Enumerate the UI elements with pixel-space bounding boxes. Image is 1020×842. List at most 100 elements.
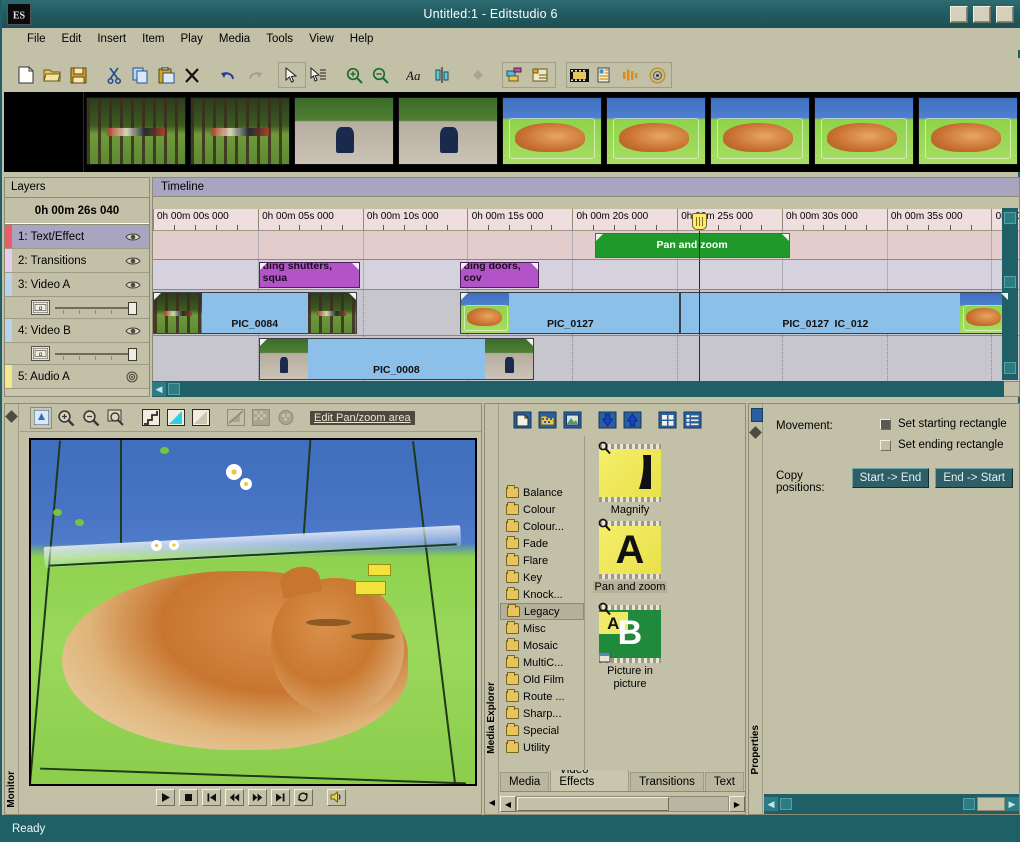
insert-down-icon[interactable] xyxy=(597,409,619,431)
panel-grip-icon[interactable] xyxy=(5,410,18,423)
media-explorer-horizontal-scrollbar[interactable]: ◀ ▶ xyxy=(500,794,745,814)
storyboard-strip[interactable] xyxy=(4,92,1020,172)
cut-scissors-icon[interactable] xyxy=(102,63,126,87)
storyboard-frame[interactable] xyxy=(916,92,1020,172)
storyboard-icon[interactable] xyxy=(593,63,617,87)
folder-multicolour[interactable]: MultiC... xyxy=(500,654,584,671)
maximize-button[interactable] xyxy=(973,6,991,23)
checkbox-box[interactable] xyxy=(880,440,891,451)
storyboard-frame[interactable] xyxy=(812,92,916,172)
checker-a-icon[interactable] xyxy=(250,407,272,429)
timeline-clip-video[interactable]: PIC_0127 xyxy=(460,292,680,334)
layer-row-text-effect[interactable]: 1: Text/Effect xyxy=(5,225,149,249)
timeline-track-text-effect[interactable]: Pan and zoom xyxy=(153,231,1019,260)
menu-help[interactable]: Help xyxy=(343,31,381,47)
folder-knockout[interactable]: Knock... xyxy=(500,586,584,603)
opacity-slider-video-a[interactable] xyxy=(55,302,133,314)
scroll-right-arrow[interactable]: ▶ xyxy=(1005,797,1019,811)
play-button[interactable] xyxy=(156,789,175,806)
open-folder-icon[interactable] xyxy=(537,409,559,431)
zoom-out-icon[interactable] xyxy=(80,407,102,429)
checkbox-box[interactable] xyxy=(880,419,891,430)
start-to-end-button[interactable]: Start -> End xyxy=(852,468,930,488)
monitor-preview[interactable] xyxy=(29,438,477,786)
undo-icon[interactable] xyxy=(216,63,240,87)
tab-media[interactable]: Media xyxy=(500,772,549,791)
folder-utility[interactable]: Utility xyxy=(500,739,584,756)
layer-opacity-row-video-b[interactable]: α xyxy=(5,343,149,365)
storyboard-frame[interactable] xyxy=(188,92,292,172)
scroll-thumb[interactable] xyxy=(1004,276,1016,288)
timeline-track-video-a[interactable]: PIC_0084 PIC_0127 PIC_0127 IC_012 xyxy=(153,290,1019,336)
zoom-out-icon[interactable] xyxy=(368,63,392,87)
timeline-clip-transition[interactable]: ding doors, cov xyxy=(460,262,540,288)
eye-icon[interactable] xyxy=(125,256,149,266)
scroll-left-arrow[interactable]: ◀ xyxy=(764,797,778,811)
folder-misc[interactable]: Misc xyxy=(500,620,584,637)
monitor-mode-icon[interactable] xyxy=(30,407,52,429)
media-explorer-tab-strip[interactable]: Media Explorer ◀ xyxy=(485,404,499,814)
film-strip-icon[interactable] xyxy=(567,63,591,87)
scroll-right-arrow[interactable]: ▶ xyxy=(729,796,745,812)
storyboard-frame[interactable] xyxy=(396,92,500,172)
speaker-icon[interactable] xyxy=(125,371,149,383)
levels-step-icon[interactable] xyxy=(140,407,162,429)
checker-b-icon[interactable] xyxy=(275,407,297,429)
slider-handle[interactable] xyxy=(128,302,137,315)
rewind-button[interactable] xyxy=(225,789,244,806)
properties-horizontal-scrollbar[interactable]: ◀ ▶ xyxy=(764,794,1019,814)
scroll-down-arrow[interactable] xyxy=(1004,362,1016,374)
effects-folder-tree[interactable]: Balance Colour Colour... Fade Flare Key … xyxy=(500,436,585,770)
storyboard-frame[interactable] xyxy=(84,92,188,172)
import-image-icon[interactable] xyxy=(562,409,584,431)
folder-route[interactable]: Route ... xyxy=(500,688,584,705)
storyboard-frame[interactable] xyxy=(500,92,604,172)
folder-colour[interactable]: Colour xyxy=(500,501,584,518)
scroll-thumb[interactable] xyxy=(517,797,669,811)
effect-item-magnify[interactable]: Magnify xyxy=(593,444,667,517)
scroll-thumb-left[interactable] xyxy=(780,798,792,810)
scroll-up-arrow[interactable] xyxy=(1004,212,1016,224)
menu-media[interactable]: Media xyxy=(212,31,257,47)
fast-forward-button[interactable] xyxy=(248,789,267,806)
eye-icon[interactable] xyxy=(125,280,149,290)
diamond-keyframe-icon[interactable] xyxy=(466,63,490,87)
save-icon[interactable] xyxy=(66,63,90,87)
properties-tab-strip[interactable]: Properties xyxy=(749,404,763,814)
tab-video-effects[interactable]: Video Effects xyxy=(550,770,629,791)
tab-text[interactable]: Text xyxy=(705,772,744,791)
delete-x-icon[interactable] xyxy=(180,63,204,87)
scroll-thumb-right[interactable] xyxy=(963,798,975,810)
list-view-icon[interactable] xyxy=(682,409,704,431)
monitor-tab-strip[interactable]: Monitor xyxy=(5,404,19,814)
go-to-start-button[interactable] xyxy=(202,789,221,806)
new-media-file-icon[interactable] xyxy=(512,409,534,431)
edit-pan-zoom-area-label[interactable]: Edit Pan/zoom area xyxy=(310,411,415,425)
layer-opacity-row-video-a[interactable]: α xyxy=(5,297,149,319)
menu-insert[interactable]: Insert xyxy=(90,31,133,47)
folder-colour-2[interactable]: Colour... xyxy=(500,518,584,535)
timeline-clip-video[interactable]: PIC_0084 xyxy=(153,292,357,334)
effect-item-picture-in-picture[interactable]: A B Picture in picture xyxy=(593,605,667,690)
folder-old-film[interactable]: Old Film xyxy=(500,671,584,688)
timeline-clip-video[interactable]: PIC_0127 IC_012 xyxy=(680,292,1009,334)
gradient-grey-icon[interactable] xyxy=(190,407,212,429)
insert-up-icon[interactable] xyxy=(622,409,644,431)
folder-legacy[interactable]: Legacy xyxy=(500,603,584,620)
minimize-button[interactable] xyxy=(950,6,968,23)
timeline-horizontal-scrollbar[interactable]: ◀ xyxy=(152,381,1004,397)
menu-tools[interactable]: Tools xyxy=(259,31,300,47)
timeline-track-transitions[interactable]: ding shutters, squa ding doors, cov xyxy=(153,260,1019,290)
layers-add-icon[interactable] xyxy=(503,63,527,87)
timeline-playhead[interactable] xyxy=(699,231,700,259)
layer-row-audio-a[interactable]: 5: Audio A xyxy=(5,365,149,389)
scroll-thumb[interactable] xyxy=(168,383,180,395)
eye-icon[interactable] xyxy=(125,326,149,336)
tab-transitions[interactable]: Transitions xyxy=(630,772,704,791)
end-to-start-button[interactable]: End -> Start xyxy=(935,468,1013,488)
volume-button[interactable] xyxy=(327,789,346,806)
menu-file[interactable]: File xyxy=(20,31,53,47)
set-starting-rectangle-checkbox[interactable]: Set starting rectangle xyxy=(880,418,1019,430)
set-ending-rectangle-checkbox[interactable]: Set ending rectangle xyxy=(880,439,1019,451)
storyboard-frame[interactable] xyxy=(292,92,396,172)
